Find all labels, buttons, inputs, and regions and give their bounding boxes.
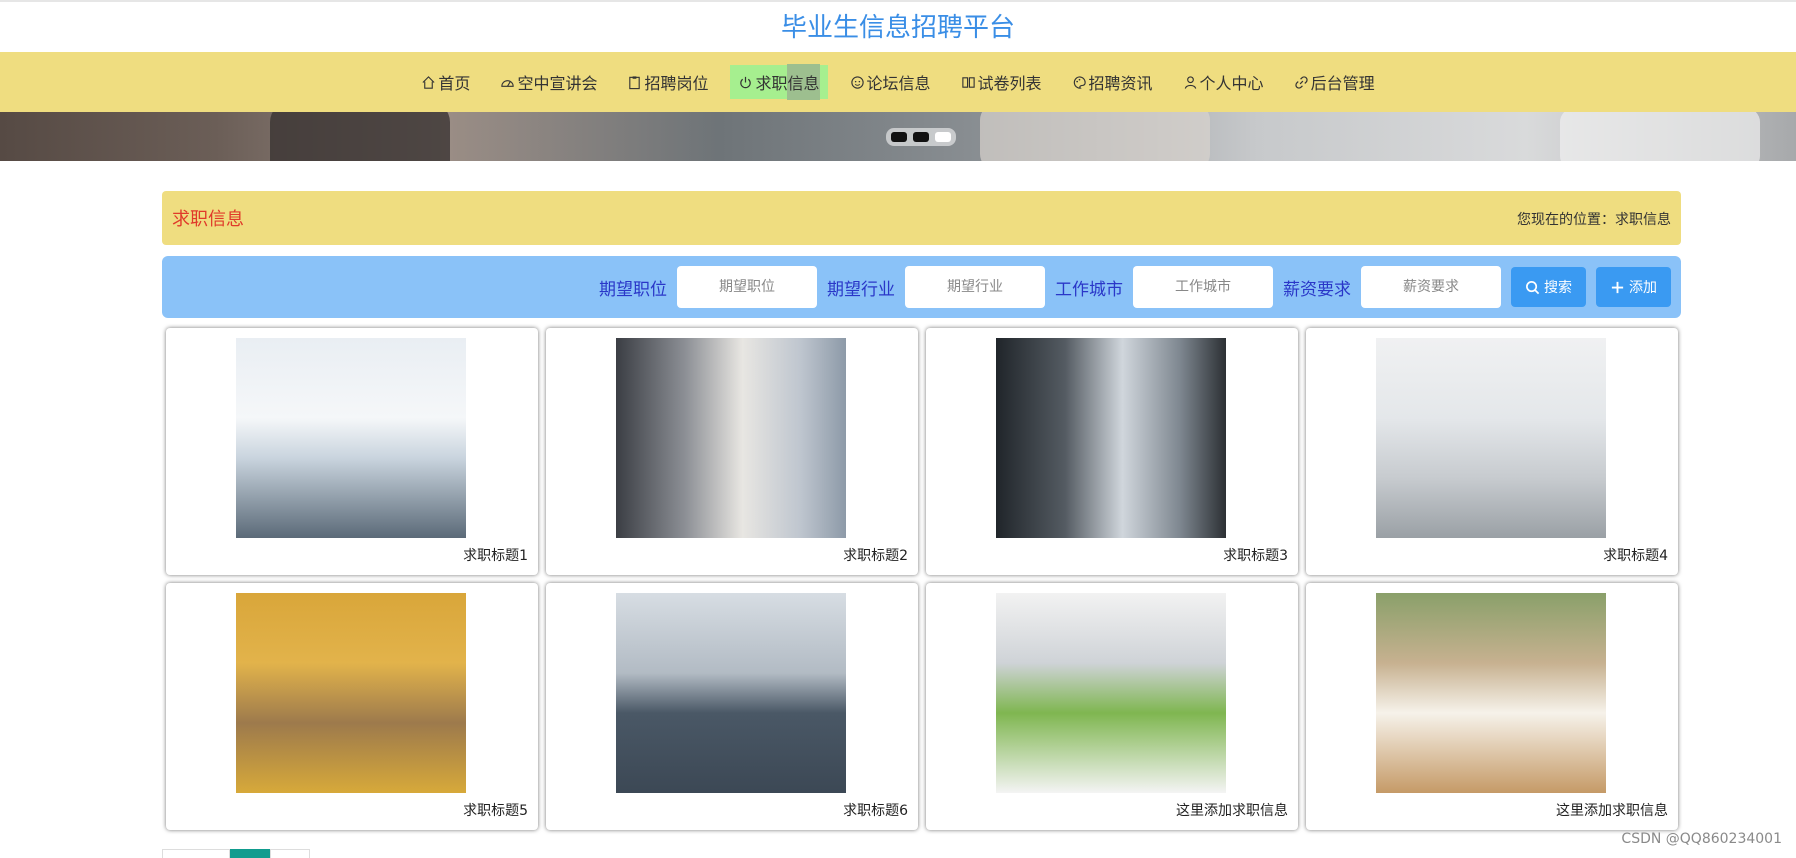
nav-item-home[interactable]: 首页 [413, 65, 478, 99]
watermark: CSDN @QQ860234001 [1621, 831, 1782, 847]
add-button[interactable]: 添加 [1596, 267, 1671, 307]
work-city-label: 工作城市 [1055, 279, 1123, 300]
banner-image-shape [980, 112, 1210, 161]
card-caption[interactable]: 这里添加求职信息 [1176, 800, 1288, 820]
nav-label-part-2: 信息 [787, 64, 820, 100]
nav-label: 首页 [438, 74, 471, 93]
card-image[interactable] [616, 593, 846, 793]
add-button-label: 添加 [1629, 280, 1657, 296]
nav-label: 招聘资讯 [1088, 74, 1153, 93]
card-image[interactable] [1376, 593, 1606, 793]
salary-label: 薪资要求 [1283, 279, 1351, 300]
nav-label-part-1: 求职 [755, 74, 788, 93]
palette-icon [1073, 75, 1086, 89]
carousel-indicators [886, 128, 956, 146]
carousel-dot-3[interactable] [935, 132, 951, 142]
link-icon [1294, 75, 1308, 89]
carousel-dot-2[interactable] [913, 132, 929, 142]
nav-label: 论坛信息 [866, 74, 931, 93]
user-icon [1184, 75, 1196, 89]
expected-industry-label: 期望行业 [827, 279, 895, 300]
card-image[interactable] [236, 338, 466, 538]
job-card-1[interactable]: 求职标题1 [166, 328, 538, 575]
job-card-6[interactable]: 求职标题6 [546, 583, 918, 830]
top-border [0, 0, 1796, 2]
nav-item-air-talk[interactable]: 空中宣讲会 [492, 65, 605, 99]
nav-item-exams[interactable]: 试卷列表 [953, 65, 1050, 99]
book-icon [961, 76, 975, 88]
job-card-7[interactable]: 这里添加求职信息 [926, 583, 1298, 830]
job-card-3[interactable]: 求职标题3 [926, 328, 1298, 575]
card-caption[interactable]: 求职标题4 [1603, 545, 1668, 565]
site-title: 毕业生信息招聘平台 [780, 13, 1015, 43]
card-caption[interactable]: 这里添加求职信息 [1556, 800, 1668, 820]
power-icon [740, 76, 752, 88]
nav-label: 个人中心 [1199, 74, 1264, 93]
breadcrumb-label: 您现在的位置： [1517, 212, 1615, 228]
home-icon [422, 75, 435, 89]
nav-label: 后台管理 [1310, 74, 1375, 93]
clipboard-icon [629, 75, 641, 89]
plus-icon [1611, 281, 1624, 293]
pagination-page-current[interactable] [230, 849, 270, 858]
card-caption[interactable]: 求职标题3 [1223, 545, 1288, 565]
card-caption[interactable]: 求职标题2 [843, 545, 908, 565]
main-nav: 首页 空中宣讲会 招聘岗位 求职 信息 论坛信息 试卷列表 招聘资讯 个人中心 后… [0, 52, 1796, 112]
card-caption[interactable]: 求职标题6 [843, 800, 908, 820]
pagination [162, 849, 310, 858]
nav-label: 空中宣讲会 [517, 74, 598, 93]
dashboard-icon [501, 79, 515, 87]
nav-item-job-seeking[interactable]: 求职 信息 [730, 64, 828, 100]
job-card-4[interactable]: 求职标题4 [1306, 328, 1678, 575]
job-card-8[interactable]: 这里添加求职信息 [1306, 583, 1678, 830]
expected-position-input[interactable] [677, 266, 817, 308]
search-icon [1526, 280, 1540, 294]
job-card-2[interactable]: 求职标题2 [546, 328, 918, 575]
expected-position-label: 期望职位 [599, 279, 667, 300]
work-city-input[interactable] [1133, 266, 1273, 308]
salary-input[interactable] [1361, 266, 1501, 308]
banner-image-shape [1560, 112, 1760, 161]
breadcrumb-bar: 求职信息 您现在的位置：求职信息 [162, 191, 1681, 245]
banner-carousel [0, 112, 1796, 161]
search-button-label: 搜索 [1544, 280, 1572, 296]
expected-industry-input[interactable] [905, 266, 1045, 308]
page-title: 求职信息 [172, 209, 244, 230]
carousel-dot-1[interactable] [891, 132, 907, 142]
card-image[interactable] [996, 593, 1226, 793]
nav-item-admin[interactable]: 后台管理 [1286, 65, 1383, 99]
card-caption[interactable]: 求职标题1 [463, 545, 528, 565]
banner-image-shape [270, 112, 450, 161]
nav-label: 试卷列表 [977, 74, 1042, 93]
nav-label: 招聘岗位 [644, 74, 709, 93]
breadcrumb: 您现在的位置：求职信息 [1517, 209, 1671, 229]
nav-item-jobs[interactable]: 招聘岗位 [619, 65, 716, 99]
card-image[interactable] [236, 593, 466, 793]
card-image[interactable] [1376, 338, 1606, 538]
nav-item-forum[interactable]: 论坛信息 [842, 65, 939, 99]
pagination-prev[interactable] [162, 849, 230, 858]
breadcrumb-current[interactable]: 求职信息 [1615, 212, 1671, 228]
nav-item-news[interactable]: 招聘资讯 [1064, 65, 1161, 99]
card-image[interactable] [996, 338, 1226, 538]
pagination-next[interactable] [270, 849, 310, 858]
search-button[interactable]: 搜索 [1511, 267, 1586, 307]
nav-item-profile[interactable]: 个人中心 [1175, 65, 1272, 99]
job-card-5[interactable]: 求职标题5 [166, 583, 538, 830]
search-bar: 期望职位 期望行业 工作城市 薪资要求 搜索 添加 [162, 256, 1681, 318]
card-image[interactable] [616, 338, 846, 538]
card-caption[interactable]: 求职标题5 [463, 800, 528, 820]
smile-icon [850, 75, 864, 89]
